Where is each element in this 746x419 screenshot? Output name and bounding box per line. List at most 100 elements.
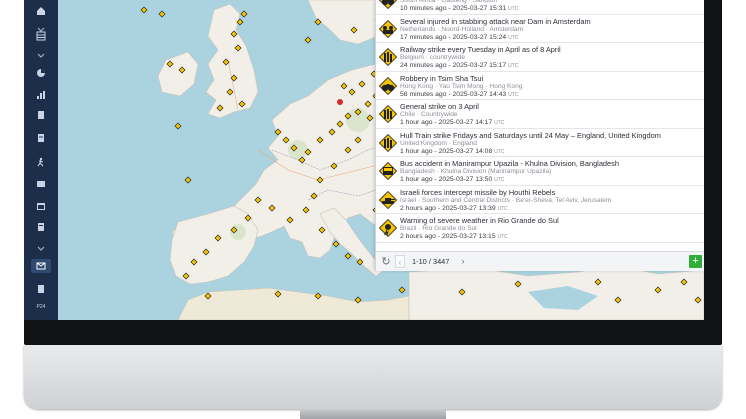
feed-item[interactable]: Bus accident in Manirampur Upazila - Khu… xyxy=(376,157,704,186)
feed-item-location: Netherlands · Noord-Holland · Amsterdam xyxy=(400,25,524,33)
feed-item-datetime: 2025-03-27 13:50 xyxy=(438,176,493,183)
sidebar-bar-chart-button[interactable] xyxy=(31,88,51,102)
calendar-icon xyxy=(37,203,45,210)
feed-item-ago: 1 hour ago xyxy=(400,176,433,183)
monitor-frame: P24 South Africa · Gauteng · Sandton 10 … xyxy=(24,0,722,409)
bus-icon xyxy=(379,162,397,180)
crowd-icon xyxy=(379,19,397,38)
feed-item-title: Hull Train strike Fridays and Saturdays … xyxy=(400,130,661,140)
feed-item-ago: 17 minutes ago xyxy=(400,33,447,41)
feed-item-title: Bus accident in Manirampur Upazila - Khu… xyxy=(400,159,619,168)
feed-item-datetime: 2025-03-27 15:17 xyxy=(452,62,507,69)
feed-item[interactable]: Israeli forces intercept missile by Hout… xyxy=(376,186,704,214)
monitor-stand xyxy=(300,409,446,419)
feed-item-datetime: 2025-03-27 13:39 xyxy=(441,204,496,212)
feed-item-title: Several injured in stabbing attack near … xyxy=(400,16,591,26)
feed-item-location: Chile · Countrywide xyxy=(400,111,458,118)
feed-item-tz: UTC xyxy=(508,6,519,12)
feed-item-time: 1 hour ago - 2025-03-27 13:50 UTC xyxy=(400,176,505,183)
sidebar-news-button[interactable] xyxy=(31,177,51,191)
feed-item-tz: UTC xyxy=(508,34,519,41)
tank-icon xyxy=(379,190,397,209)
feed-item[interactable]: Robbery in Tsim Sha Tsui Hong Kong · Yau … xyxy=(376,72,704,100)
strike-icon xyxy=(379,133,397,152)
feed-item-datetime: 2025-03-27 15:24 xyxy=(452,33,507,41)
event-feed-panel: ...sandton on 18 March - Gauteng, South … xyxy=(375,0,704,271)
monitor-chin xyxy=(24,345,722,409)
feed-item-location: Belgium · countrywide xyxy=(400,54,465,61)
walker-icon xyxy=(37,157,44,167)
feed-item-ago: 2 hours ago xyxy=(400,204,436,212)
feed-item-location: South Africa · Gauteng · Sandton xyxy=(400,0,498,4)
sidebar-notes-button[interactable] xyxy=(31,220,51,234)
feed-item-tz: UTC xyxy=(494,120,505,126)
sidebar: P24 xyxy=(24,0,58,320)
add-event-button[interactable]: + xyxy=(689,255,702,268)
feed-item-time: 24 minutes ago - 2025-03-27 15:17 UTC xyxy=(400,62,519,69)
strike-icon xyxy=(379,105,397,123)
feed-item-time: 17 minutes ago - 2025-03-27 15:24 UTC xyxy=(400,33,519,41)
feed-item-ago: 1 hour ago xyxy=(400,147,433,155)
sidebar-grid-button[interactable] xyxy=(31,29,51,43)
pie-chart-icon xyxy=(37,69,45,77)
feed-item-title: Robbery in Tsim Sha Tsui xyxy=(400,73,484,83)
feed-item-ago: 2 hours ago xyxy=(400,233,436,240)
list-icon xyxy=(38,111,44,119)
feed-item-time: 1 hour ago - 2025-03-27 14:17 UTC xyxy=(400,119,505,126)
feed-item[interactable]: Warning of severe weather in Rio Grande … xyxy=(376,214,704,243)
feed-item[interactable]: ...sandton on 18 March - Gauteng, South … xyxy=(376,0,704,15)
feed-item[interactable]: Railway strike every Tuesday in April as… xyxy=(376,43,704,72)
feed-item-datetime: 2025-03-27 15:31 xyxy=(452,5,507,12)
strike-icon xyxy=(379,48,397,66)
app-screen: P24 South Africa · Gauteng · Sandton 10 … xyxy=(24,0,704,320)
sidebar-calendar-button[interactable] xyxy=(31,199,51,213)
feed-item-time: 1 hour ago - 2025-03-27 14:08 UTC xyxy=(400,147,505,155)
feed-item-tz: UTC xyxy=(494,148,505,155)
notes-icon xyxy=(38,223,44,231)
grid-icon xyxy=(36,31,46,41)
feed-item-title: General strike on 3 April xyxy=(400,102,479,111)
feed-item-tz: UTC xyxy=(497,205,508,212)
feed-item[interactable]: General strike on 3 April Chile · Country… xyxy=(376,100,704,129)
news-icon xyxy=(37,181,45,187)
feed-item-tz: UTC xyxy=(508,63,519,69)
sidebar-document-button[interactable] xyxy=(31,131,51,145)
binoculars-icon xyxy=(379,76,397,95)
feed-item[interactable]: Several injured in stabbing attack near … xyxy=(376,15,704,43)
page-count: 1-10 / 3447 xyxy=(412,257,450,266)
feed-item-location: Brazil · Rio Grande do Sul xyxy=(400,225,477,232)
report-icon xyxy=(38,285,44,293)
chevron-down-icon xyxy=(37,53,45,58)
sidebar-home-button[interactable] xyxy=(31,4,51,18)
refresh-icon[interactable]: ↻ xyxy=(380,256,392,268)
home-icon xyxy=(37,7,45,15)
sidebar-mail-button[interactable] xyxy=(31,259,51,273)
feed-item-time: 2 hours ago - 2025-03-27 13:39 UTC xyxy=(400,204,508,212)
selected-marker-icon[interactable] xyxy=(337,99,343,105)
sidebar-chevron-down-button[interactable] xyxy=(31,49,51,63)
next-page-button[interactable]: › xyxy=(458,255,468,268)
feed-item-tz: UTC xyxy=(508,91,519,98)
monitor-bezel: P24 South Africa · Gauteng · Sandton 10 … xyxy=(24,0,722,345)
feed-item-datetime: 2025-03-27 14:08 xyxy=(438,147,493,155)
feed-item-datetime: 2025-03-27 14:17 xyxy=(438,119,493,126)
feed-item-ago: 1 hour ago xyxy=(400,119,433,126)
feed-item-datetime: 2025-03-27 14:43 xyxy=(452,90,507,98)
feed-item-tz: UTC xyxy=(497,234,508,240)
prev-page-button[interactable]: ‹ xyxy=(395,255,405,268)
feed-item-ago: 24 minutes ago xyxy=(400,62,447,69)
sidebar-list-button[interactable] xyxy=(31,108,51,122)
feed-item-title: Israeli forces intercept missile by Hout… xyxy=(400,187,556,197)
sidebar-chevron-down-button[interactable] xyxy=(31,242,51,256)
sidebar-walker-button[interactable] xyxy=(31,155,51,169)
sidebar-pie-chart-button[interactable] xyxy=(31,66,51,80)
feed-item-ago: 58 minutes ago xyxy=(400,90,447,98)
feed-item-time: 2 hours ago - 2025-03-27 13:15 UTC xyxy=(400,233,508,240)
document-icon xyxy=(38,134,44,142)
sidebar-report-button[interactable] xyxy=(31,282,51,296)
feed-item-location: Bangladesh · Khulna Division (Manirampur… xyxy=(400,168,552,175)
feed-item[interactable]: Hull Train strike Fridays and Saturdays … xyxy=(376,129,704,157)
sidebar-footer-label: P24 xyxy=(36,304,46,310)
feed-item-time: 10 minutes ago - 2025-03-27 15:31 UTC xyxy=(400,5,519,12)
feed-item-datetime: 2025-03-27 13:15 xyxy=(441,233,496,240)
